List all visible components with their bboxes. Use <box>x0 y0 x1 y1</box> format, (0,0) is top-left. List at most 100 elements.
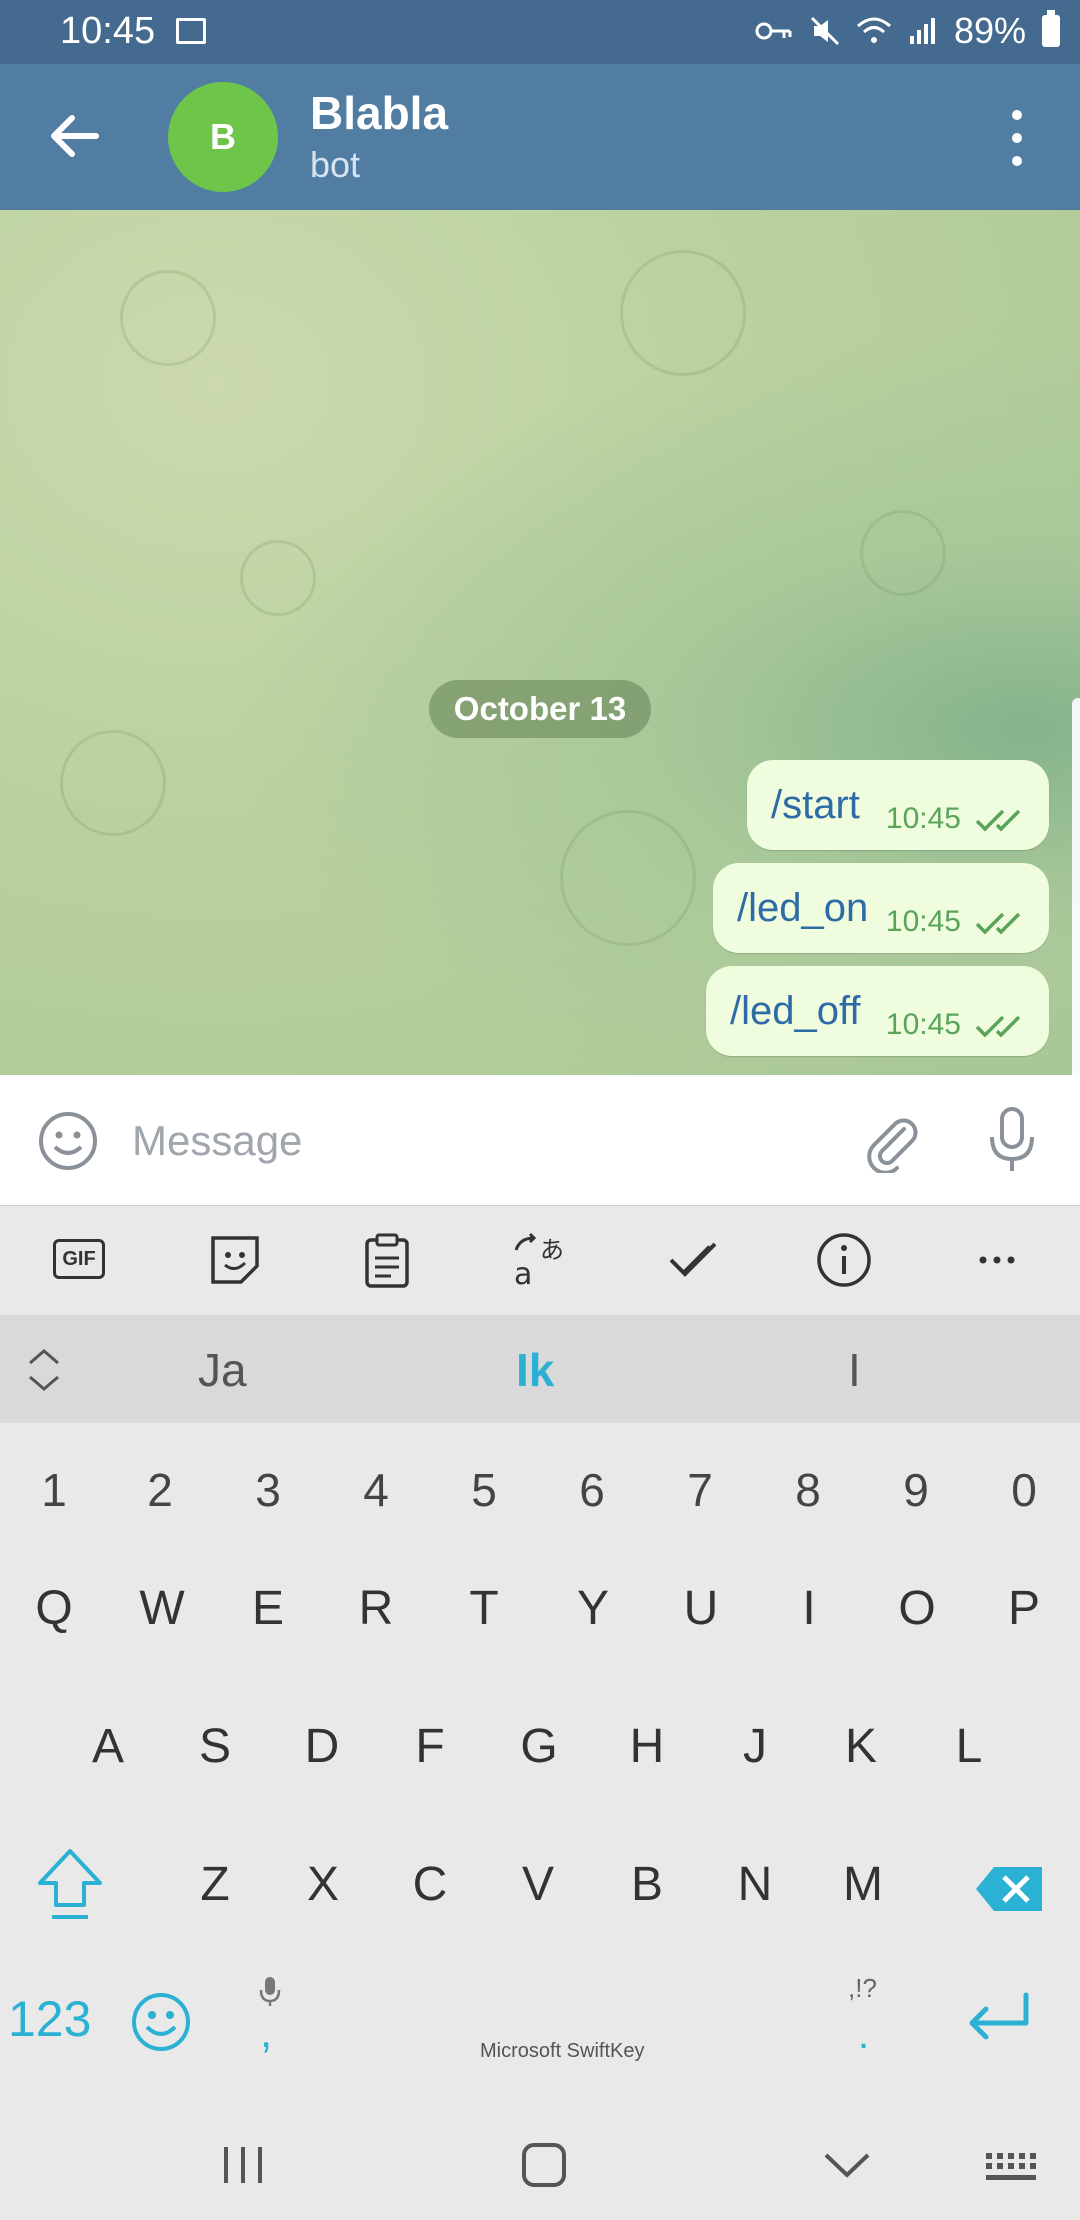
key-icon <box>755 22 792 40</box>
chat-area[interactable]: October 13 /start 10:45 /led_on 10:45 /l… <box>0 210 1080 1075</box>
wifi-icon <box>856 17 891 43</box>
key-3[interactable]: 3 <box>228 1463 308 1517</box>
doodle-decoration <box>560 810 696 946</box>
period-key[interactable]: . <box>858 2013 869 2058</box>
keyboard-brand: Microsoft SwiftKey <box>480 2040 645 2062</box>
date-separator: October 13 <box>429 680 651 738</box>
key-j[interactable]: J <box>715 1719 795 1774</box>
key-q[interactable]: Q <box>14 1581 94 1636</box>
key-p[interactable]: P <box>984 1581 1064 1636</box>
key-z[interactable]: Z <box>175 1857 255 1912</box>
keyboard-switch-icon[interactable] <box>984 2149 1042 2185</box>
key-4[interactable]: 4 <box>336 1463 416 1517</box>
info-icon[interactable] <box>814 1230 874 1290</box>
message-bubble[interactable]: /start 10:45 <box>747 760 1049 850</box>
key-m[interactable]: M <box>823 1857 903 1912</box>
translate-icon[interactable]: aあ <box>510 1230 570 1290</box>
chat-header: B Blabla bot <box>0 64 1080 210</box>
hide-keyboard-chevron-icon[interactable] <box>822 2149 872 2181</box>
comma-key[interactable]: , <box>260 2008 272 2058</box>
key-s[interactable]: S <box>175 1719 255 1774</box>
message-time: 10:45 <box>885 905 961 938</box>
key-7[interactable]: 7 <box>660 1463 740 1517</box>
more-options-icon[interactable] <box>1005 110 1029 166</box>
key-2[interactable]: 2 <box>120 1463 200 1517</box>
more-icon[interactable] <box>967 1230 1027 1290</box>
suggestion-strip: Ja Ik I <box>0 1315 1080 1423</box>
key-8[interactable]: 8 <box>768 1463 848 1517</box>
key-t[interactable]: T <box>444 1581 524 1636</box>
key-0[interactable]: 0 <box>984 1463 1064 1517</box>
back-arrow-icon[interactable] <box>44 106 104 166</box>
key-r[interactable]: R <box>336 1581 416 1636</box>
numbers-mode-key[interactable]: 123 <box>8 1990 91 2048</box>
key-1[interactable]: 1 <box>14 1463 94 1517</box>
avatar[interactable]: B <box>168 82 278 192</box>
doodle-decoration <box>620 250 746 376</box>
key-u[interactable]: U <box>661 1581 741 1636</box>
message-composer <box>0 1075 1080 1205</box>
doodle-decoration <box>860 510 946 596</box>
key-i[interactable]: I <box>769 1581 849 1636</box>
image-notification-icon <box>176 18 206 44</box>
key-y[interactable]: Y <box>553 1581 633 1636</box>
key-o[interactable]: O <box>877 1581 957 1636</box>
key-k[interactable]: K <box>821 1719 901 1774</box>
emoji-key-icon[interactable] <box>130 1991 192 2053</box>
sticker-icon[interactable] <box>205 1230 265 1290</box>
keyboard-toolbar: GIF aあ <box>0 1205 1080 1316</box>
message-text: /led_off <box>730 988 861 1033</box>
key-d[interactable]: D <box>282 1719 362 1774</box>
status-time: 10:45 <box>60 10 156 52</box>
shift-arrow-icon[interactable] <box>30 1843 110 1923</box>
key-h[interactable]: H <box>607 1719 687 1774</box>
key-c[interactable]: C <box>390 1857 470 1912</box>
checkmark-icon[interactable] <box>663 1230 723 1290</box>
doodle-decoration <box>120 270 216 366</box>
key-b[interactable]: B <box>607 1857 687 1912</box>
double-check-icon <box>975 912 1021 935</box>
recent-apps-icon[interactable] <box>220 2143 266 2187</box>
message-bubble[interactable]: /led_off 10:45 <box>706 966 1049 1056</box>
key-x[interactable]: X <box>283 1857 363 1912</box>
message-bubble[interactable]: /led_on 10:45 <box>713 863 1049 953</box>
suggestion-item-primary[interactable]: Ik <box>516 1343 554 1397</box>
key-f[interactable]: F <box>390 1719 470 1774</box>
emoji-icon[interactable] <box>38 1111 98 1171</box>
message-text: /start <box>771 782 860 827</box>
message-input[interactable] <box>130 1105 814 1177</box>
key-v[interactable]: V <box>498 1857 578 1912</box>
key-n[interactable]: N <box>715 1857 795 1912</box>
chat-title[interactable]: Blabla <box>310 86 448 140</box>
key-w[interactable]: W <box>122 1581 202 1636</box>
scroll-indicator[interactable] <box>1072 698 1080 1126</box>
spacebar[interactable]: Microsoft SwiftKey <box>340 1983 800 2073</box>
key-l[interactable]: L <box>929 1719 1009 1774</box>
backspace-icon[interactable] <box>974 1863 1046 1915</box>
attach-icon[interactable] <box>860 1109 924 1173</box>
home-icon[interactable] <box>520 2141 568 2189</box>
gif-icon[interactable]: GIF <box>53 1230 113 1290</box>
mute-icon <box>810 16 839 46</box>
voice-key-icon[interactable] <box>258 1975 282 2007</box>
microphone-icon[interactable] <box>982 1105 1042 1175</box>
doodle-decoration <box>240 540 316 616</box>
key-e[interactable]: E <box>228 1581 308 1636</box>
doodle-decoration <box>60 730 166 836</box>
key-9[interactable]: 9 <box>876 1463 956 1517</box>
status-icons: 89% <box>754 10 1060 52</box>
key-g[interactable]: G <box>499 1719 579 1774</box>
key-6[interactable]: 6 <box>552 1463 632 1517</box>
svg-text:a: a <box>514 1257 532 1290</box>
suggestion-item[interactable]: I <box>848 1343 861 1397</box>
clipboard-icon[interactable] <box>357 1230 417 1290</box>
collapse-chevron-icon[interactable] <box>26 1345 62 1395</box>
suggestion-item[interactable]: Ja <box>198 1343 247 1397</box>
battery-percent: 89% <box>953 10 1026 51</box>
message-text: /led_on <box>737 885 869 930</box>
enter-icon[interactable] <box>962 1989 1034 2049</box>
key-a[interactable]: A <box>68 1719 148 1774</box>
keyboard: 1 2 3 4 5 6 7 8 9 0 Q W E R T Y U I O P … <box>0 1423 1080 2113</box>
key-5[interactable]: 5 <box>444 1463 524 1517</box>
status-bar: 10:45 89% <box>0 0 1080 64</box>
